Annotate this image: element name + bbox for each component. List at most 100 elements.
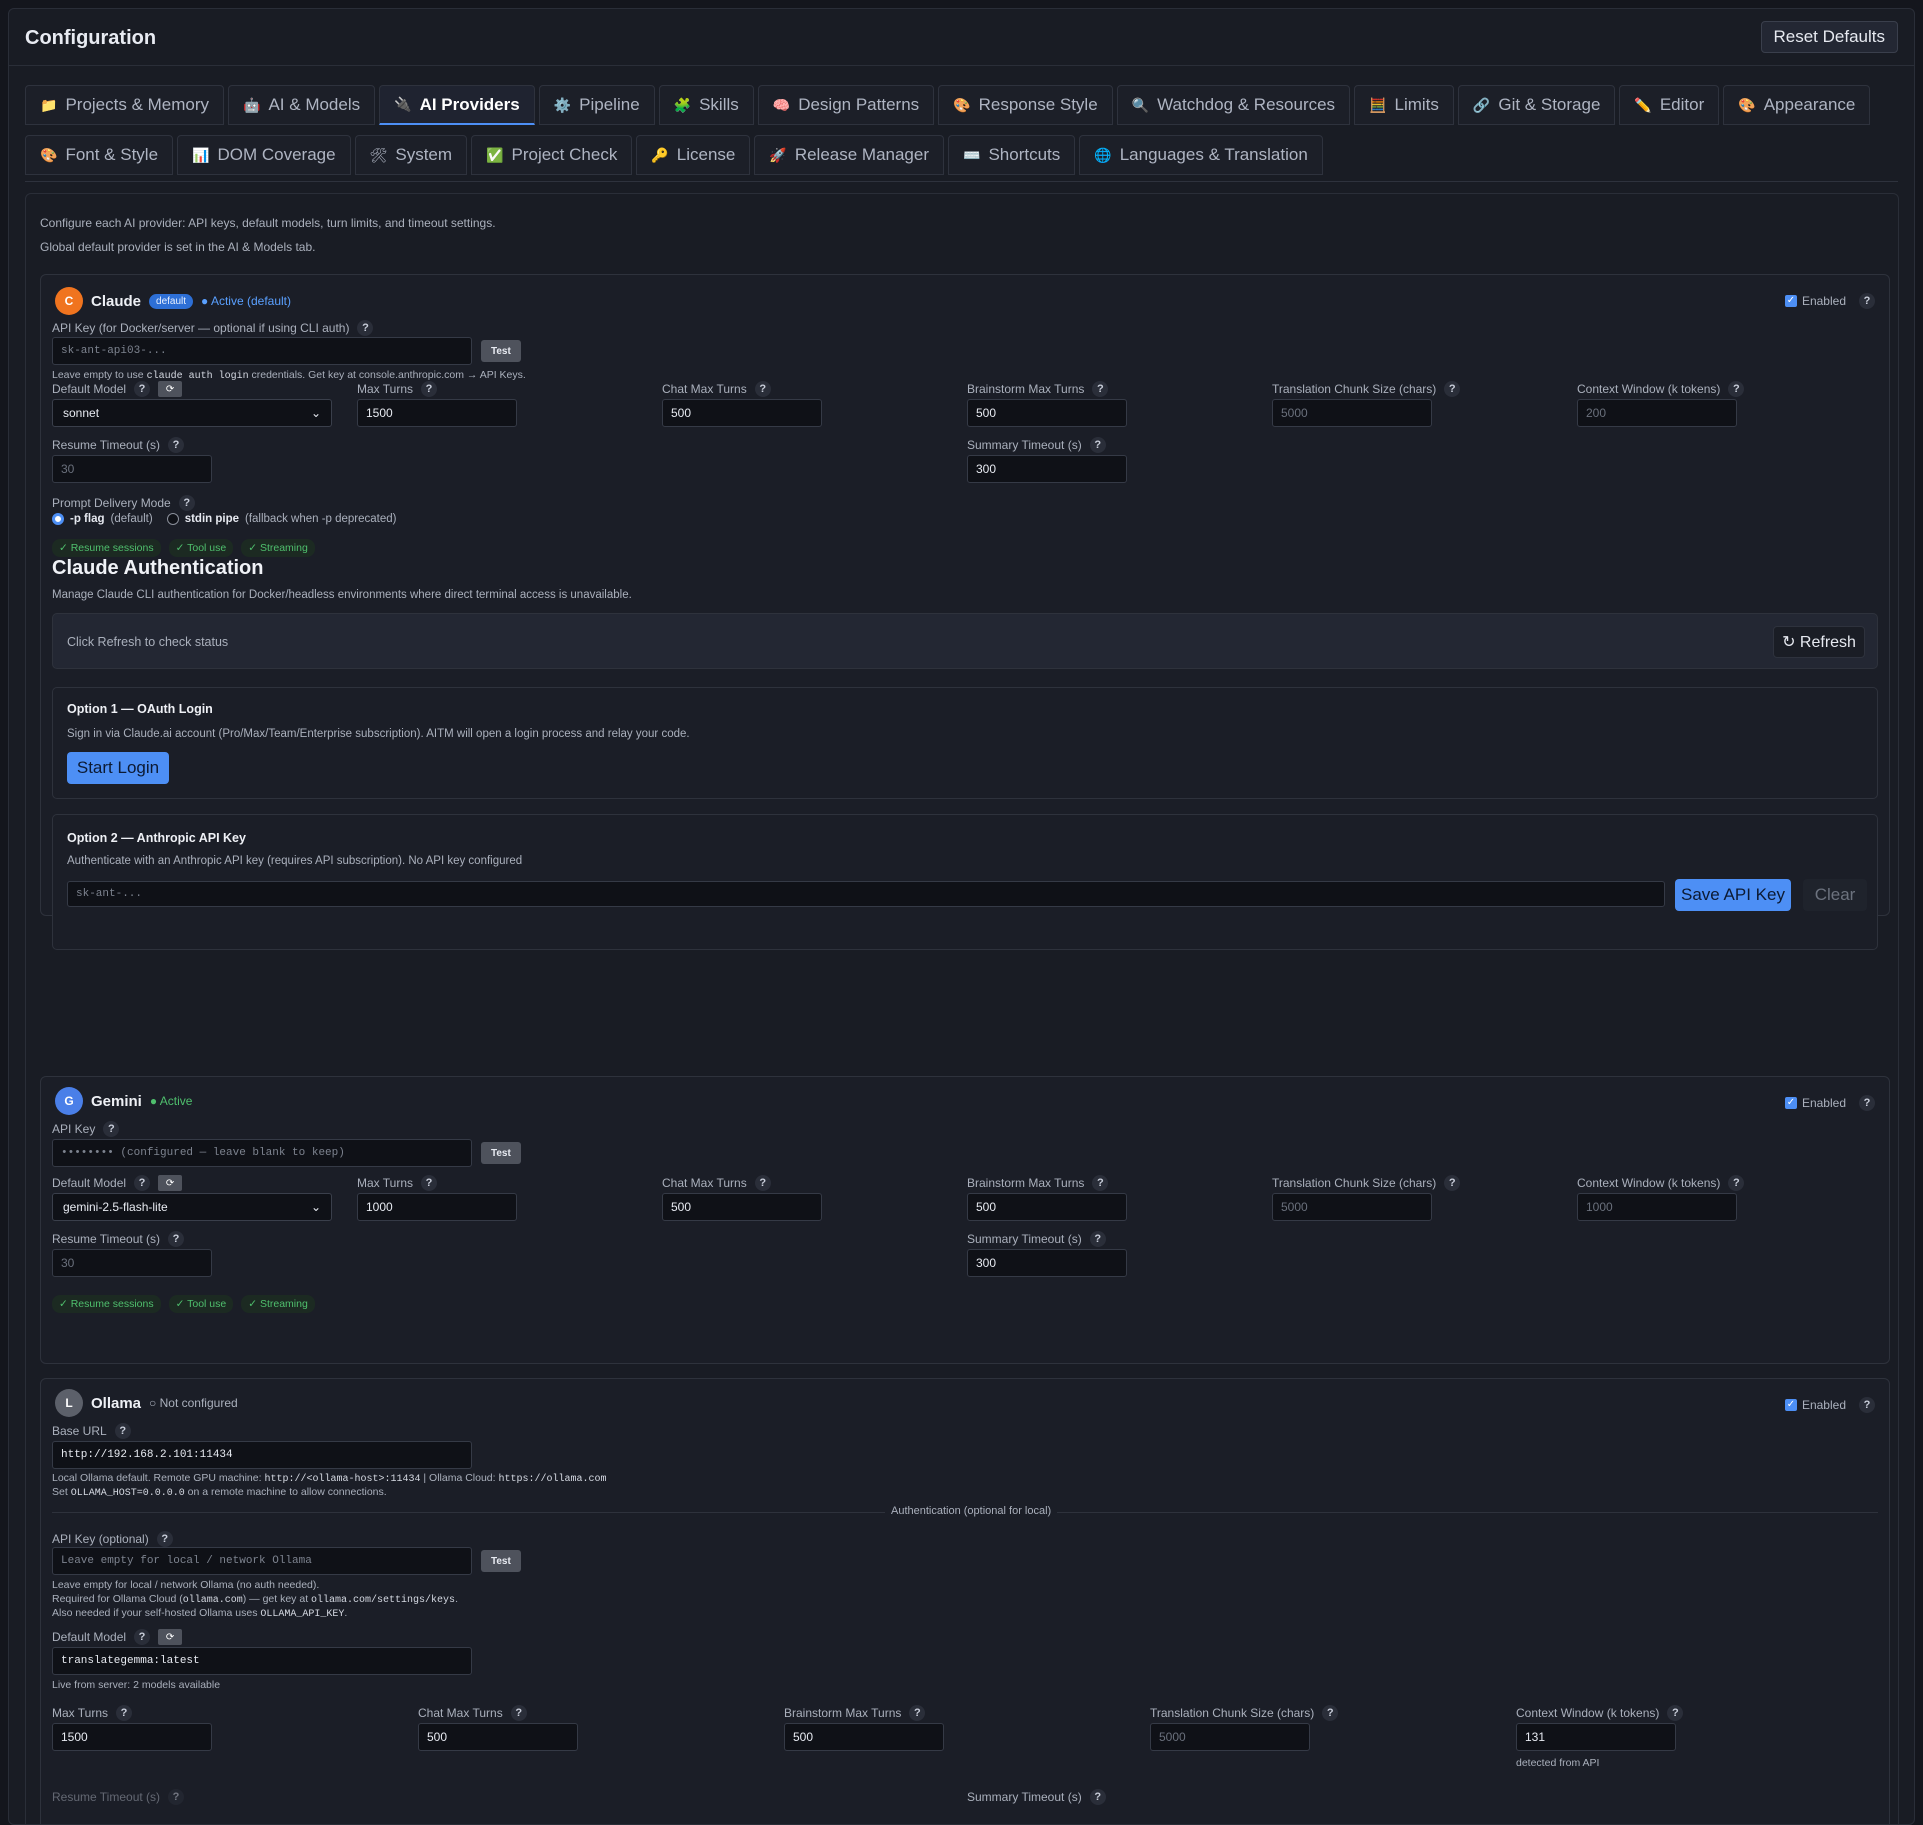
save-api-key-button[interactable]: Save API Key [1675, 879, 1791, 911]
help-icon[interactable]: ? [357, 320, 374, 336]
claude-brainstorm-input[interactable]: 500 [967, 399, 1127, 427]
gemini-context-input[interactable]: 1000 [1577, 1193, 1737, 1221]
tab-watchdog-resources[interactable]: 🔍 Watchdog & Resources [1116, 85, 1351, 125]
refresh-button[interactable]: ↻ Refresh [1773, 626, 1865, 658]
gemini-enabled[interactable]: ✓ Enabled ? [1784, 1095, 1875, 1111]
tab-project-check[interactable]: ✅ Project Check [471, 135, 633, 175]
ollama-max-turns-input[interactable]: 1500 [52, 1723, 212, 1751]
claude-context-input[interactable]: 200 [1577, 399, 1737, 427]
tab-editor[interactable]: ✏️ Editor [1619, 85, 1720, 125]
claude-test-button[interactable]: Test [481, 340, 521, 362]
help-icon[interactable]: ? [1322, 1705, 1339, 1721]
checkbox-icon[interactable]: ✓ [1784, 1399, 1797, 1411]
claude-enabled[interactable]: ✓ Enabled ? [1784, 293, 1875, 309]
gemini-model-select[interactable]: gemini-2.5-flash-lite ⌄ [52, 1193, 332, 1221]
help-icon[interactable]: ? [1444, 381, 1461, 397]
claude-chat-max-turns-input[interactable]: 500 [662, 399, 822, 427]
ollama-chat-max-turns-input[interactable]: 500 [418, 1723, 578, 1751]
reset-defaults-button[interactable]: Reset Defaults [1760, 21, 1898, 53]
help-icon[interactable]: ? [909, 1705, 926, 1721]
help-icon[interactable]: ? [1089, 1231, 1106, 1247]
gemini-api-key-input[interactable]: •••••••• (configured — leave blank to ke… [52, 1139, 472, 1167]
help-icon[interactable]: ? [1728, 381, 1745, 397]
refresh-models-icon[interactable]: ⟳ [158, 1629, 183, 1645]
help-icon[interactable]: ? [421, 381, 438, 397]
help-icon[interactable]: ? [1859, 293, 1875, 309]
start-login-button[interactable]: Start Login [67, 752, 169, 784]
radio-p-flag[interactable] [52, 513, 64, 525]
gemini-chat-max-turns-input[interactable]: 500 [662, 1193, 822, 1221]
claude-resume-input[interactable]: 30 [52, 455, 212, 483]
tab-release-manager[interactable]: 🚀 Release Manager [754, 135, 945, 175]
ollama-base-url-input[interactable]: http://192.168.2.101:11434 [52, 1441, 472, 1469]
gemini-test-button[interactable]: Test [481, 1142, 521, 1164]
tab-pipeline[interactable]: ⚙️ Pipeline [538, 85, 655, 125]
help-icon[interactable]: ? [168, 437, 185, 453]
claude-model-select[interactable]: sonnet ⌄ [52, 399, 332, 427]
help-icon[interactable]: ? [114, 1423, 131, 1439]
tab-ai-models[interactable]: 🤖 AI & Models [228, 85, 376, 125]
refresh-models-icon[interactable]: ⟳ [158, 1175, 183, 1191]
help-icon[interactable]: ? [168, 1789, 185, 1805]
ollama-api-key-input[interactable]: Leave empty for local / network Ollama [52, 1547, 472, 1575]
help-icon[interactable]: ? [754, 381, 771, 397]
help-icon[interactable]: ? [103, 1121, 120, 1137]
ollama-model-input[interactable]: translategemma:latest [52, 1647, 472, 1675]
ollama-context-input[interactable]: 131 [1516, 1723, 1676, 1751]
claude-summary-input[interactable]: 300 [967, 455, 1127, 483]
tab-response-style[interactable]: 🎨 Response Style [938, 85, 1113, 125]
help-icon[interactable]: ? [1092, 381, 1109, 397]
help-icon[interactable]: ? [134, 1629, 151, 1645]
gemini-chunk-input[interactable]: 5000 [1272, 1193, 1432, 1221]
gemini-header: G Gemini ● Active [55, 1087, 192, 1115]
ollama-brainstorm-input[interactable]: 500 [784, 1723, 944, 1751]
refresh-models-icon[interactable]: ⟳ [158, 381, 183, 397]
claude-chat-max-turns-label: Chat Max Turns? [662, 381, 771, 397]
help-icon[interactable]: ? [754, 1175, 771, 1191]
help-icon[interactable]: ? [421, 1175, 438, 1191]
tab-limits[interactable]: 🧮 Limits [1354, 85, 1454, 125]
tab-git-storage[interactable]: 🔗 Git & Storage [1457, 85, 1616, 125]
help-icon[interactable]: ? [1444, 1175, 1461, 1191]
help-icon[interactable]: ? [134, 1175, 151, 1191]
help-icon[interactable]: ? [1728, 1175, 1745, 1191]
gemini-summary-input[interactable]: 300 [967, 1249, 1127, 1277]
tab-projects-memory[interactable]: 📁 Projects & Memory [25, 85, 225, 125]
help-icon[interactable]: ? [156, 1531, 173, 1547]
gemini-brainstorm-input[interactable]: 500 [967, 1193, 1127, 1221]
gemini-max-turns-input[interactable]: 1000 [357, 1193, 517, 1221]
gemini-resume-input[interactable]: 30 [52, 1249, 212, 1277]
ollama-test-button[interactable]: Test [481, 1550, 521, 1572]
checkbox-icon[interactable]: ✓ [1784, 1097, 1797, 1109]
ollama-enabled[interactable]: ✓ Enabled ? [1784, 1397, 1875, 1413]
claude-api-key-input[interactable]: sk-ant-api03-... [52, 337, 472, 365]
tab-system[interactable]: 🛠 System [354, 135, 468, 175]
help-icon[interactable]: ? [134, 381, 151, 397]
help-icon[interactable]: ? [1089, 1789, 1106, 1805]
help-icon[interactable]: ? [1089, 437, 1106, 453]
tab-design-patterns[interactable]: 🧠 Design Patterns [757, 85, 935, 125]
radio-stdin-pipe[interactable] [166, 513, 179, 525]
tab-font-style[interactable]: 🎨 Font & Style [25, 135, 174, 175]
tab-shortcuts[interactable]: ⌨️ Shortcuts [948, 135, 1076, 175]
help-icon[interactable]: ? [168, 1231, 185, 1247]
claude-max-turns-input[interactable]: 1500 [357, 399, 517, 427]
anthropic-api-key-input[interactable]: sk-ant-... [67, 881, 1665, 907]
claude-chunk-input[interactable]: 5000 [1272, 399, 1432, 427]
tab-appearance[interactable]: 🎨 Appearance [1723, 85, 1871, 125]
help-icon[interactable]: ? [510, 1705, 527, 1721]
tab-dom-coverage[interactable]: 📊 DOM Coverage [177, 135, 351, 175]
clear-button[interactable]: Clear [1803, 879, 1867, 911]
tab-ai-providers[interactable]: 🔌 AI Providers [379, 85, 535, 125]
tab-languages-translation[interactable]: 🌐 Languages & Translation [1079, 135, 1323, 175]
help-icon[interactable]: ? [1667, 1705, 1684, 1721]
tab-skills[interactable]: 🧩 Skills [658, 85, 754, 125]
help-icon[interactable]: ? [1859, 1397, 1875, 1413]
help-icon[interactable]: ? [116, 1705, 133, 1721]
ollama-chunk-input[interactable]: 5000 [1150, 1723, 1310, 1751]
help-icon[interactable]: ? [178, 495, 195, 511]
checkbox-icon[interactable]: ✓ [1784, 295, 1797, 307]
tab-license[interactable]: 🔑 License [636, 135, 751, 175]
help-icon[interactable]: ? [1859, 1095, 1875, 1111]
help-icon[interactable]: ? [1092, 1175, 1109, 1191]
